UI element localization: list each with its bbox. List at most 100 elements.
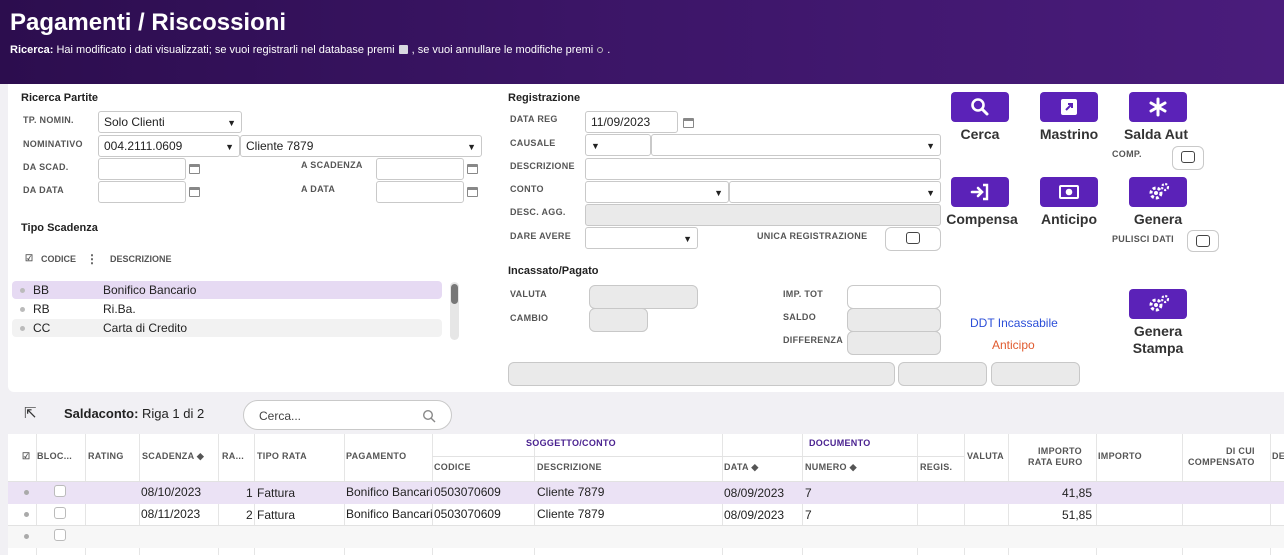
mastrino-label[interactable]: Mastrino bbox=[1019, 126, 1119, 142]
col-numero[interactable]: NUMERO ◆ bbox=[805, 462, 857, 473]
genera-label[interactable]: Genera bbox=[1108, 211, 1208, 227]
row-checkbox[interactable] bbox=[54, 485, 66, 497]
a-data-input[interactable] bbox=[376, 181, 464, 203]
row-checkbox[interactable] bbox=[54, 529, 66, 541]
col-ra[interactable]: RA... bbox=[222, 451, 244, 461]
money-bill-icon bbox=[1059, 185, 1079, 199]
col-tipo-rata[interactable]: TIPO RATA bbox=[257, 451, 307, 461]
col-scadenza[interactable]: SCADENZA ◆ bbox=[142, 451, 204, 462]
differenza-input[interactable] bbox=[847, 331, 941, 355]
ddt-incassabile-link[interactable]: DDT Incassabile bbox=[970, 316, 1058, 330]
sign-in-icon bbox=[970, 183, 989, 201]
pulisci-dati-toggle[interactable] bbox=[1187, 230, 1219, 252]
col-de[interactable]: DE bbox=[1272, 451, 1284, 461]
data-reg-input[interactable]: 11/09/2023 bbox=[585, 111, 678, 133]
genera-stampa-label-2[interactable]: Stampa bbox=[1108, 340, 1208, 356]
desc-agg-input[interactable] bbox=[585, 204, 941, 226]
a-scadenza-input[interactable] bbox=[376, 158, 464, 180]
summary-field-2[interactable] bbox=[898, 362, 987, 386]
row-checkbox[interactable] bbox=[54, 507, 66, 519]
dare-avere-select[interactable] bbox=[585, 227, 698, 249]
col-valuta[interactable]: VALUTA bbox=[967, 451, 1004, 461]
anticipo-link[interactable]: Anticipo bbox=[992, 338, 1035, 352]
genera-button[interactable] bbox=[1129, 177, 1187, 207]
cambio-input[interactable] bbox=[589, 308, 648, 332]
cerca-label[interactable]: Cerca bbox=[930, 126, 1030, 142]
column-menu-icon[interactable]: ⋮ bbox=[86, 252, 98, 266]
section-incassato-pagato: Incassato/Pagato bbox=[508, 265, 599, 277]
calendar-icon[interactable] bbox=[467, 164, 478, 174]
col-data[interactable]: DATA ◆ bbox=[724, 462, 759, 473]
da-scad-input[interactable] bbox=[98, 158, 186, 180]
group-documento: DOCUMENTO bbox=[809, 438, 871, 448]
list-item[interactable]: BB Bonifico Bancario bbox=[12, 281, 442, 299]
col-importo-rata-2[interactable]: RATA EURO bbox=[1028, 457, 1083, 467]
salda-aut-button[interactable] bbox=[1129, 92, 1187, 122]
select-all-checkbox[interactable]: ☑ bbox=[22, 451, 30, 462]
causale-label: CAUSALE bbox=[510, 138, 556, 148]
undo-icon[interactable] bbox=[597, 47, 604, 53]
list-item[interactable]: RB Ri.Ba. bbox=[12, 300, 442, 318]
anticipo-label[interactable]: Anticipo bbox=[1019, 211, 1119, 227]
comp-label: COMP. bbox=[1112, 149, 1142, 159]
select-all-checkbox[interactable]: ☑ bbox=[25, 253, 33, 264]
unica-registrazione-toggle[interactable] bbox=[885, 227, 941, 251]
imp-tot-label: IMP. TOT bbox=[783, 289, 824, 299]
table-row[interactable]: 08/10/2023 1 Fattura Bonifico Bancario 0… bbox=[8, 482, 1284, 504]
col-di-cui-2[interactable]: COMPENSATO bbox=[1188, 457, 1255, 467]
table-row[interactable]: 08/11/2023 2 Fattura Bonifico Bancario 0… bbox=[8, 504, 1284, 526]
compensa-button[interactable] bbox=[951, 177, 1009, 207]
tp-nomin-select[interactable]: Solo Clienti bbox=[98, 111, 242, 133]
saldo-input[interactable] bbox=[847, 308, 941, 332]
col-importo[interactable]: IMPORTO bbox=[1098, 451, 1142, 461]
col-regis[interactable]: REGIS. bbox=[920, 462, 952, 472]
imp-tot-input[interactable] bbox=[847, 285, 941, 309]
comp-toggle[interactable] bbox=[1172, 146, 1204, 170]
da-scad-label: DA SCAD. bbox=[23, 162, 69, 172]
col-importo-rata-1[interactable]: IMPORTO bbox=[1038, 446, 1082, 456]
compensa-label[interactable]: Compensa bbox=[932, 211, 1032, 227]
section-registrazione: Registrazione bbox=[508, 92, 581, 104]
descrizione-input[interactable] bbox=[585, 158, 941, 180]
col-bloc[interactable]: BLOC... bbox=[37, 451, 72, 461]
col-descrizione[interactable]: DESCRIZIONE bbox=[110, 254, 172, 264]
genera-stampa-label-1[interactable]: Genera bbox=[1108, 323, 1208, 339]
causale-code-select[interactable]: ▼ bbox=[585, 134, 651, 156]
causale-select[interactable] bbox=[651, 134, 941, 156]
comp-checkbox[interactable] bbox=[1181, 151, 1195, 163]
calendar-icon[interactable] bbox=[189, 187, 200, 197]
calendar-icon[interactable] bbox=[189, 164, 200, 174]
calendar-icon[interactable] bbox=[683, 118, 694, 128]
saldaconto-title: Saldaconto: Riga 1 di 2 bbox=[64, 406, 205, 421]
col-rating[interactable]: RATING bbox=[88, 451, 124, 461]
summary-field-1[interactable] bbox=[508, 362, 895, 386]
unica-registrazione-checkbox[interactable] bbox=[906, 232, 920, 244]
nominativo-code-select[interactable]: 004.2111.0609 bbox=[98, 135, 240, 157]
anticipo-button[interactable] bbox=[1040, 177, 1098, 207]
cerca-button[interactable] bbox=[951, 92, 1009, 122]
collapse-icon[interactable]: ⇱ bbox=[24, 404, 37, 422]
col-descrizione[interactable]: DESCRIZIONE bbox=[537, 462, 602, 472]
summary-field-3[interactable] bbox=[991, 362, 1080, 386]
genera-stampa-button[interactable] bbox=[1129, 289, 1187, 319]
list-scrollbar[interactable] bbox=[450, 282, 459, 340]
col-codice[interactable]: CODICE bbox=[434, 462, 471, 472]
calendar-icon[interactable] bbox=[467, 187, 478, 197]
nominativo-name-select[interactable]: Cliente 7879 bbox=[240, 135, 482, 157]
desc-agg-label: DESC. AGG. bbox=[510, 207, 566, 217]
col-codice[interactable]: CODICE bbox=[41, 254, 76, 264]
mastrino-button[interactable] bbox=[1040, 92, 1098, 122]
list-item[interactable]: CC Carta di Credito bbox=[12, 319, 442, 337]
salda-aut-label[interactable]: Salda Aut bbox=[1106, 126, 1206, 142]
table-row[interactable] bbox=[8, 526, 1284, 548]
search-input[interactable]: Cerca... bbox=[243, 400, 452, 430]
valuta-input[interactable] bbox=[589, 285, 698, 309]
col-pagamento[interactable]: PAGAMENTO bbox=[346, 451, 406, 461]
col-di-cui-1[interactable]: DI CUI bbox=[1226, 446, 1255, 456]
conto-select[interactable] bbox=[729, 181, 941, 203]
save-icon[interactable] bbox=[398, 45, 408, 54]
group-soggetto-conto: SOGGETTO/CONTO bbox=[526, 438, 616, 448]
pulisci-dati-checkbox[interactable] bbox=[1196, 235, 1210, 247]
conto-code-select[interactable] bbox=[585, 181, 729, 203]
da-data-input[interactable] bbox=[98, 181, 186, 203]
